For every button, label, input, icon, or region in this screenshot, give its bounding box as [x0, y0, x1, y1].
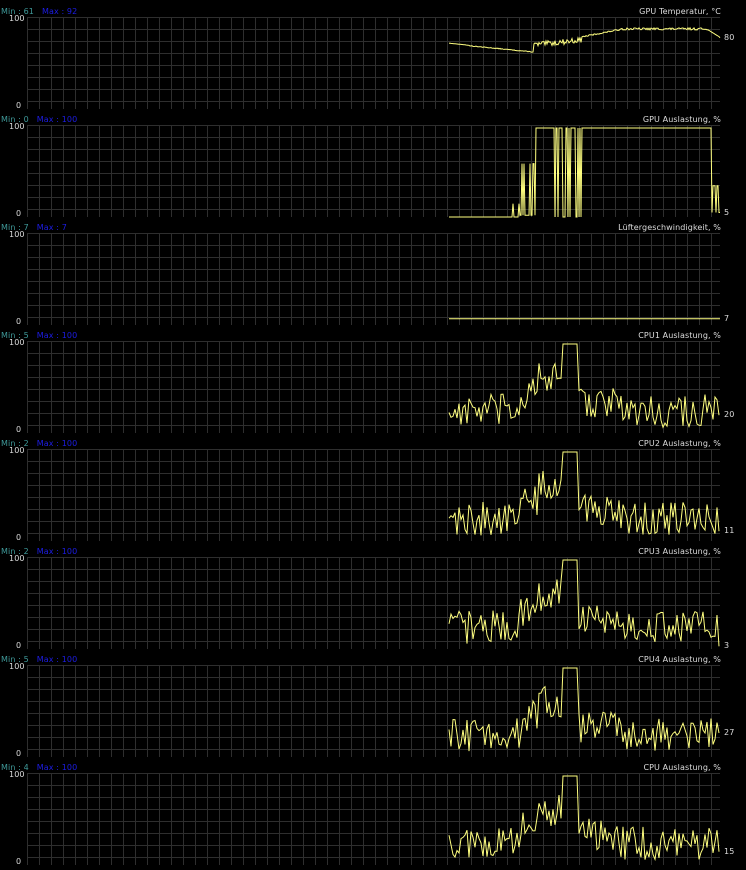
y-axis-max-label: 100: [9, 338, 25, 347]
current-value-label: 11: [724, 526, 735, 535]
cpu1-load-graph: [27, 341, 720, 433]
current-value-label: 80: [724, 33, 735, 42]
current-value-label: 20: [724, 410, 735, 419]
graph-title: CPU4 Auslastung, %: [638, 655, 721, 664]
y-axis-max-label: 100: [9, 662, 25, 671]
plot-area: [27, 665, 720, 757]
max-value-label: Max : 100: [36, 115, 78, 124]
y-axis-min-label: 0: [16, 101, 22, 110]
graph-title: CPU1 Auslastung, %: [638, 331, 721, 340]
graph-title: Lüftergeschwindigkeit, %: [618, 223, 721, 232]
gpu-temperature-panel[interactable]: Min : 61 Max : 92 GPU Temperatur, °C 100 …: [0, 3, 746, 111]
current-value-label: 5: [724, 208, 730, 217]
gpu-load-graph: [27, 125, 720, 218]
y-axis-max-label: 100: [9, 554, 25, 563]
cpu4-load-graph: [27, 665, 720, 757]
current-value-label: 15: [724, 847, 735, 856]
cpu2-load-panel[interactable]: Min : 2 Max : 100 CPU2 Auslastung, % 100 …: [0, 435, 746, 543]
cpu1-load-panel[interactable]: Min : 5 Max : 100 CPU1 Auslastung, % 100 …: [0, 327, 746, 435]
gpu-load-panel[interactable]: Min : 0 Max : 100 GPU Auslastung, % 100 0…: [0, 111, 746, 219]
y-axis-min-label: 0: [16, 749, 22, 758]
y-axis-min-label: 0: [16, 533, 22, 542]
y-axis-min-label: 0: [16, 425, 22, 434]
plot-area: [27, 341, 720, 433]
y-axis-max-label: 100: [9, 446, 25, 455]
plot-area: [27, 233, 720, 325]
fan-speed-graph: [27, 233, 720, 325]
max-value-label: Max : 100: [36, 763, 78, 772]
cpu3-load-graph: [27, 557, 720, 649]
plot-area: [27, 773, 720, 865]
cpu-load-graph: [27, 773, 720, 865]
graph-title: CPU2 Auslastung, %: [638, 439, 721, 448]
current-value-label: 7: [724, 314, 730, 323]
current-value-label: 27: [724, 728, 735, 737]
plot-area: [27, 557, 720, 649]
plot-area: [27, 125, 720, 217]
y-axis-min-label: 0: [16, 209, 22, 218]
cpu3-load-panel[interactable]: Min : 2 Max : 100 CPU3 Auslastung, % 100 …: [0, 543, 746, 651]
graph-title: CPU Auslastung, %: [643, 763, 721, 772]
max-value-label: Max : 100: [36, 331, 78, 340]
plot-area: [27, 17, 720, 109]
max-value-label: Max : 7: [36, 223, 67, 232]
y-axis-max-label: 100: [9, 122, 25, 131]
max-value-label: Max : 92: [41, 7, 78, 16]
graph-title: GPU Temperatur, °C: [639, 7, 721, 16]
plot-area: [27, 449, 720, 541]
y-axis-min-label: 0: [16, 641, 22, 650]
max-value-label: Max : 100: [36, 439, 78, 448]
y-axis-max-label: 100: [9, 14, 25, 23]
cpu-load-panel[interactable]: Min : 4 Max : 100 CPU Auslastung, % 100 0…: [0, 759, 746, 867]
y-axis-max-label: 100: [9, 770, 25, 779]
cpu4-load-panel[interactable]: Min : 5 Max : 100 CPU4 Auslastung, % 100 …: [0, 651, 746, 759]
graph-title: GPU Auslastung, %: [642, 115, 721, 124]
max-value-label: Max : 100: [36, 547, 78, 556]
graph-title: CPU3 Auslastung, %: [638, 547, 721, 556]
y-axis-min-label: 0: [16, 857, 22, 866]
y-axis-max-label: 100: [9, 230, 25, 239]
gpu-temperature-graph: [27, 17, 721, 109]
y-axis-min-label: 0: [16, 317, 22, 326]
max-value-label: Max : 100: [36, 655, 78, 664]
cpu2-load-graph: [27, 449, 720, 541]
fan-speed-panel[interactable]: Min : 7 Max : 7 Lüftergeschwindigkeit, % …: [0, 219, 746, 327]
hardware-monitor-graphs: Min : 61 Max : 92 GPU Temperatur, °C 100 …: [0, 0, 746, 870]
current-value-label: 3: [724, 641, 730, 650]
